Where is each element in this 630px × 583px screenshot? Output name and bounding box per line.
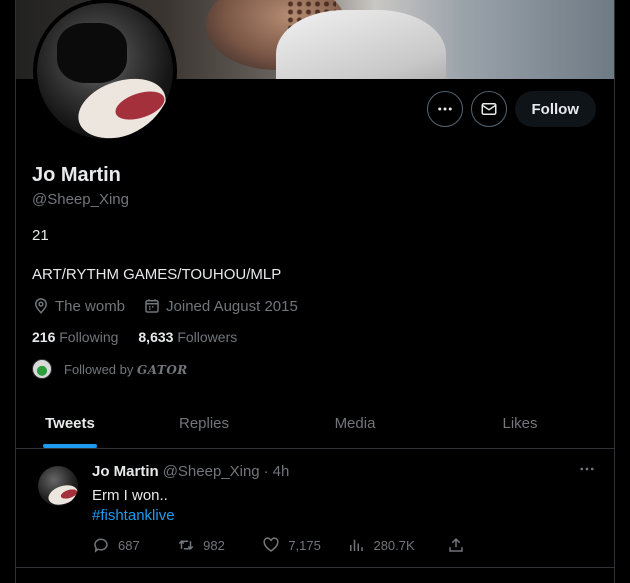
following-link[interactable]: 216 Following [32,329,118,345]
followed-by-text: Followed by GATOR [64,362,188,377]
tweet-actions: 687 982 7,175 280.7K [92,536,532,554]
tweet[interactable]: Jo Martin @Sheep_Xing · 4h Erm I won.. #… [16,450,614,568]
profile-meta: The womb Joined August 2015 [32,297,298,315]
more-button[interactable] [426,91,463,127]
tweet-avatar-mask [45,481,78,506]
tab-tweets[interactable]: Tweets [16,398,124,448]
tweet-more-button[interactable] [578,460,596,483]
joined-item: Joined August 2015 [143,297,298,315]
profile-avatar[interactable] [33,0,177,143]
retweet-count: 982 [203,537,225,553]
retweet-button[interactable]: 982 [177,536,262,554]
follow-button[interactable]: Follow [514,91,596,127]
profile-name: Jo Martin [32,164,121,186]
banner-cloth [276,10,446,79]
following-label: Following [59,329,119,345]
tweet-text: Erm I won.. #fishtanklive [92,486,175,526]
location-item: The womb [32,297,125,315]
bio-line-2: ART/RYTHM GAMES/TOUHOU/MLP [32,266,282,283]
share-icon [449,537,463,552]
profile-tabs: Tweets Replies Media Likes [16,398,614,449]
tweet-author-name[interactable]: Jo Martin [92,463,159,480]
profile-actions: Follow [426,91,596,127]
reply-button[interactable]: 687 [92,536,177,554]
profile-handle: @Sheep_Xing [32,191,129,208]
tweet-separator: · [263,463,269,480]
tab-media[interactable]: Media [284,398,426,448]
location-text: The womb [55,297,126,315]
follower-avatar [32,359,52,379]
tweet-author-handle[interactable]: @Sheep_Xing [163,463,260,480]
tweet-header: Jo Martin @Sheep_Xing · 4h [92,463,289,480]
followers-count: 8,633 [138,329,174,345]
tweet-avatar[interactable] [38,466,78,506]
tab-likes[interactable]: Likes [426,398,614,448]
share-button[interactable] [447,536,532,554]
reply-count: 687 [118,537,140,553]
views-count: 280.7K [373,537,415,553]
following-count: 216 [32,329,56,345]
avatar-hair [57,23,127,83]
followed-by[interactable]: Followed by GATOR [32,359,188,379]
location-icon [34,298,48,314]
mail-icon [481,103,496,115]
more-icon [437,107,452,111]
heart-icon [263,537,279,552]
views-icon [350,539,364,551]
like-count: 7,175 [288,537,321,553]
bio-line-1: 21 [32,227,49,244]
tab-replies[interactable]: Replies [124,398,284,448]
joined-text: Joined August 2015 [166,297,298,315]
tweet-body: Erm I won.. [92,487,168,504]
views-button[interactable]: 280.7K [347,536,446,554]
reply-icon [94,538,108,553]
followers-label: Followers [177,329,238,345]
tweet-hashtag[interactable]: #fishtanklive [92,506,175,526]
profile-column: Follow Jo Martin @Sheep_Xing 21 ART/RYTH… [15,0,615,583]
message-button[interactable] [470,91,507,127]
profile-stats: 216 Following 8,633 Followers [32,329,237,345]
like-button[interactable]: 7,175 [262,536,347,554]
more-icon [580,467,594,471]
calendar-icon [145,299,159,313]
retweet-icon [178,540,194,550]
followers-link[interactable]: 8,633 Followers [138,329,237,345]
tweet-time[interactable]: 4h [273,463,290,480]
followed-by-prefix: Followed by [64,361,134,377]
followed-by-name: GATOR [137,362,188,377]
